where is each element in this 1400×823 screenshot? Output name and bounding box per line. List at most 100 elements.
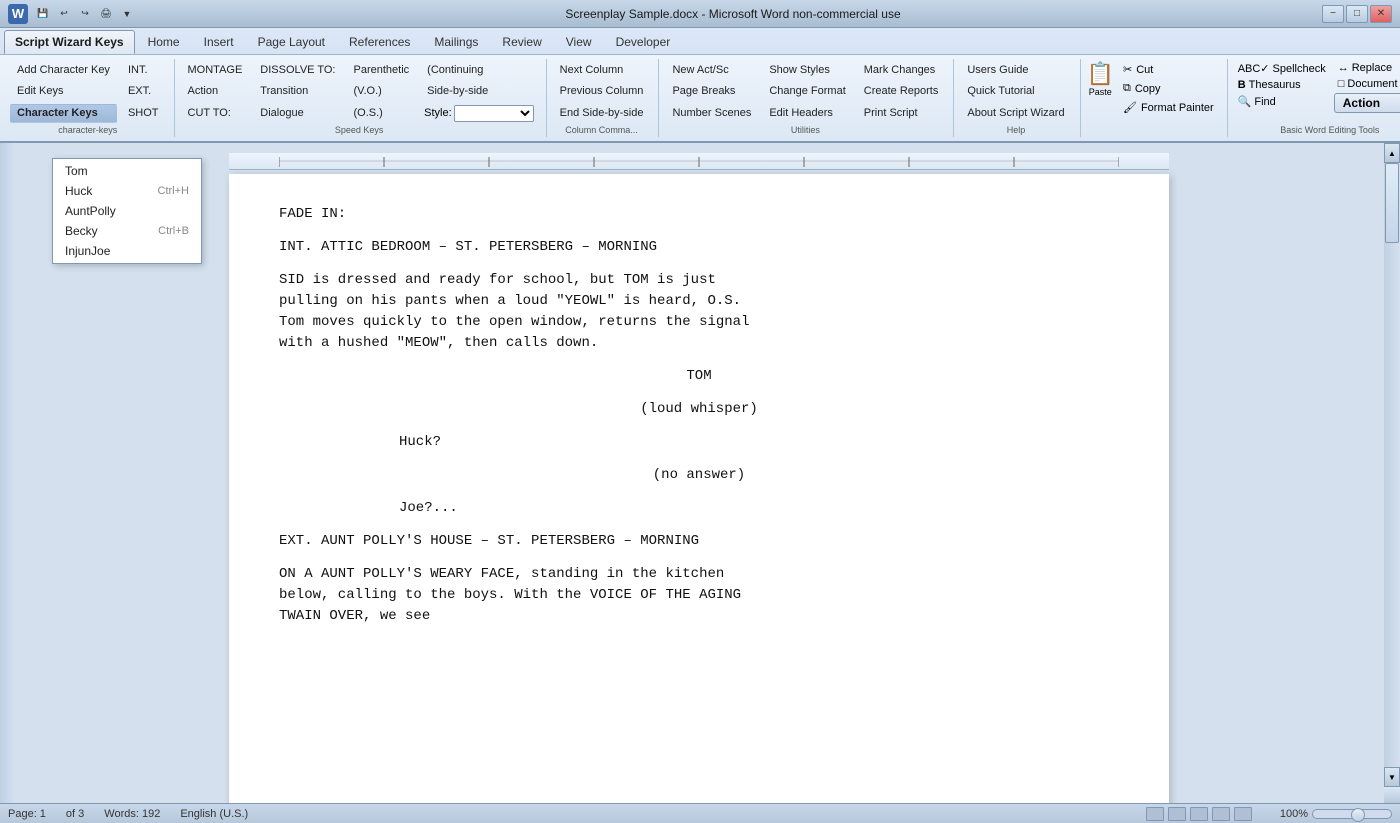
status-bar: Page: 1 of 3 Words: 192 English (U.S.) 1… <box>0 803 1400 823</box>
cut-btn[interactable]: ✂ Cut <box>1118 61 1219 78</box>
parenthetic-btn[interactable]: Parenthetic <box>347 61 417 80</box>
find-btn[interactable]: 🔍 Find <box>1234 94 1330 109</box>
cut-to-btn[interactable]: CUT TO: <box>181 104 250 123</box>
show-styles-btn[interactable]: Show Styles <box>762 61 852 80</box>
doc-scroll-area[interactable]: FADE IN: INT. ATTIC BEDROOM – ST. PETERS… <box>14 143 1384 803</box>
edit-headers-btn[interactable]: Edit Headers <box>762 104 852 123</box>
dissolve-btn[interactable]: DISSOLVE TO: <box>253 61 342 80</box>
save-qat-btn[interactable]: 💾 <box>34 6 52 22</box>
tab-references[interactable]: References <box>338 30 421 54</box>
page-breaks-btn[interactable]: Page Breaks <box>665 82 758 101</box>
montage-btn[interactable]: MONTAGE <box>181 61 250 80</box>
scroll-down-btn[interactable]: ▼ <box>1384 767 1400 787</box>
tab-page-layout[interactable]: Page Layout <box>247 30 336 54</box>
side-by-side-btn[interactable]: Side-by-side <box>420 82 538 101</box>
about-script-wizard-btn[interactable]: About Script Wizard <box>960 104 1071 123</box>
undo-qat-btn[interactable]: ↩ <box>55 6 73 22</box>
zoom-area: 100% <box>1280 808 1392 820</box>
doc-map-label: Document Map <box>1347 78 1400 90</box>
change-format-btn[interactable]: Change Format <box>762 82 852 101</box>
int-btn[interactable]: INT. <box>121 61 166 80</box>
web-layout-btn[interactable] <box>1190 807 1208 821</box>
format-painter-btn[interactable]: 🖌 Format Painter <box>1118 99 1219 116</box>
tab-view[interactable]: View <box>555 30 603 54</box>
edit-keys-btn[interactable]: Edit Keys <box>10 82 117 101</box>
transition-btn[interactable]: Transition <box>253 82 342 101</box>
para-fade-in: FADE IN: <box>279 204 1119 225</box>
vo-btn[interactable]: (V.O.) <box>347 82 417 101</box>
copy-btn[interactable]: ⧉ Copy <box>1118 80 1219 97</box>
doc-map-btn[interactable]: □ Document Map <box>1334 77 1400 91</box>
new-act-sc-btn[interactable]: New Act/Sc <box>665 61 758 80</box>
full-screen-btn[interactable] <box>1168 807 1186 821</box>
scroll-thumb[interactable] <box>1385 163 1399 243</box>
col-cmd-label: Column Comma... <box>553 125 651 135</box>
para-parenth-2: (no answer) <box>279 465 1119 486</box>
tab-home[interactable]: Home <box>137 30 191 54</box>
character-keys-btn[interactable]: Character Keys <box>10 104 117 123</box>
draft-btn[interactable] <box>1234 807 1252 821</box>
tab-script-wizard-keys[interactable]: Script Wizard Keys <box>4 30 135 54</box>
clipboard-content: 📋 Paste ✂ Cut ⧉ Copy 🖌 Format <box>1087 61 1219 135</box>
print-qat-btn[interactable]: 🖨 <box>97 6 115 22</box>
users-guide-btn[interactable]: Users Guide <box>960 61 1071 80</box>
redo-qat-btn[interactable]: ↪ <box>76 6 94 22</box>
parenthetical-1: (loud whisper) <box>640 401 758 417</box>
word-tools-btns: ABC✓ Spellcheck B Thesaurus 🔍 Find <box>1234 61 1330 109</box>
end-side-by-side-btn[interactable]: End Side-by-side <box>553 104 651 123</box>
paste-btn[interactable]: 📋 Paste <box>1087 61 1114 97</box>
os-btn[interactable]: (O.S.) <box>347 104 417 123</box>
number-scenes-btn[interactable]: Number Scenes <box>665 104 758 123</box>
action-label-btn[interactable]: Action <box>1334 93 1400 113</box>
print-script-btn[interactable]: Print Script <box>857 104 946 123</box>
mark-changes-btn[interactable]: Mark Changes <box>857 61 946 80</box>
parenthetical-2: (no answer) <box>653 467 745 483</box>
dropdown-item-tom[interactable]: Tom <box>53 161 201 181</box>
character-tom: TOM <box>686 368 711 384</box>
dropdown-item-injunjoe[interactable]: InjunJoe <box>53 241 201 261</box>
minimize-btn[interactable]: − <box>1322 5 1344 23</box>
dropdown-item-injunjoe-label: InjunJoe <box>65 244 110 258</box>
paste-label: Paste <box>1089 87 1112 97</box>
style-select[interactable] <box>454 105 534 122</box>
scroll-up-btn[interactable]: ▲ <box>1384 143 1400 163</box>
qat-dropdown[interactable]: ▼ <box>118 6 136 22</box>
tab-developer[interactable]: Developer <box>605 30 682 54</box>
thesaurus-label: Thesaurus <box>1249 79 1301 91</box>
format-painter-icon: 🖌 <box>1123 101 1137 114</box>
create-reports-btn[interactable]: Create Reports <box>857 82 946 101</box>
zoom-slider[interactable] <box>1312 809 1392 819</box>
print-layout-btn[interactable] <box>1146 807 1164 821</box>
close-btn[interactable]: ✕ <box>1370 5 1392 23</box>
group-help: Users Guide Quick Tutorial About Script … <box>956 59 1080 137</box>
scroll-track[interactable] <box>1384 163 1400 767</box>
dialogue-btn[interactable]: Dialogue <box>253 104 342 123</box>
next-column-btn[interactable]: Next Column <box>553 61 651 80</box>
replace-btn[interactable]: ↔ Replace <box>1334 61 1400 75</box>
scrollbar-right[interactable]: ▲ ▼ <box>1384 143 1400 803</box>
spellcheck-btn[interactable]: ABC✓ Spellcheck <box>1234 61 1330 76</box>
cut-copy-area: ✂ Cut ⧉ Copy 🖌 Format Painter <box>1118 61 1219 116</box>
dropdown-item-tom-label: Tom <box>65 164 88 178</box>
tab-review[interactable]: Review <box>491 30 552 54</box>
status-lang: English (U.S.) <box>180 808 248 820</box>
dropdown-item-huck[interactable]: Huck Ctrl+H <box>53 181 201 201</box>
tab-mailings[interactable]: Mailings <box>423 30 489 54</box>
copy-icon: ⧉ <box>1123 82 1131 95</box>
document-page[interactable]: FADE IN: INT. ATTIC BEDROOM – ST. PETERS… <box>229 174 1169 803</box>
tab-insert[interactable]: Insert <box>193 30 245 54</box>
shot-btn[interactable]: SHOT <box>121 104 166 123</box>
ext-btn[interactable]: EXT. <box>121 82 166 101</box>
add-character-key-btn[interactable]: Add Character Key <box>10 61 117 80</box>
dropdown-item-auntpolly-label: AuntPolly <box>65 204 116 218</box>
maximize-btn[interactable]: □ <box>1346 5 1368 23</box>
previous-column-btn[interactable]: Previous Column <box>553 82 651 101</box>
dropdown-item-becky[interactable]: Becky Ctrl+B <box>53 221 201 241</box>
outline-btn[interactable] <box>1212 807 1230 821</box>
continuing-btn[interactable]: (Continuing <box>420 61 538 80</box>
action-btn[interactable]: Action <box>181 82 250 101</box>
quick-tutorial-btn[interactable]: Quick Tutorial <box>960 82 1071 101</box>
dropdown-item-auntpolly[interactable]: AuntPolly <box>53 201 201 221</box>
thesaurus-btn[interactable]: B Thesaurus <box>1234 78 1330 92</box>
zoom-thumb[interactable] <box>1351 808 1365 822</box>
